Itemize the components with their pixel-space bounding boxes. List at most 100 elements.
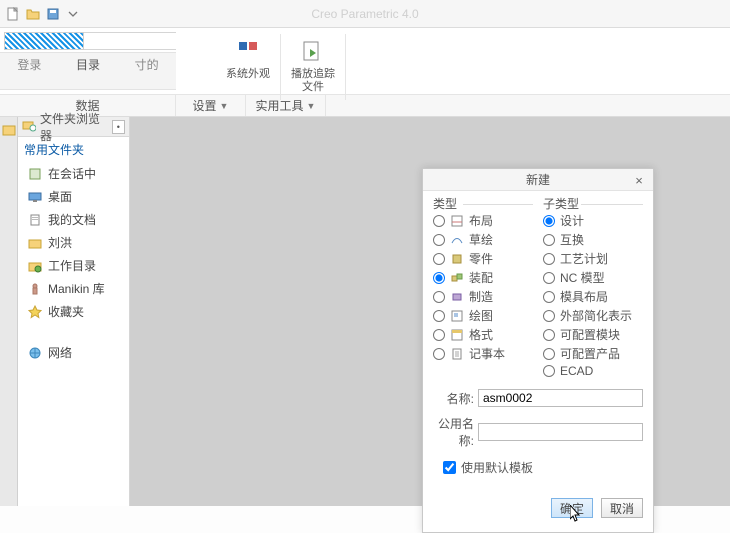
nav-item-my-documents[interactable]: 我的文档 [18, 208, 129, 231]
ribbon-group-label: 播放追踪 文件 [291, 68, 335, 94]
subtype-config-product[interactable]: 可配置产品 [543, 344, 643, 363]
ribbon-bottom-label: 设置 [193, 97, 217, 114]
drawing-icon [450, 309, 464, 323]
type-label: 制造 [469, 288, 493, 305]
use-default-template-checkbox[interactable] [443, 461, 456, 474]
strip-folder-icon[interactable] [2, 123, 16, 137]
type-assembly[interactable]: 装配 [433, 268, 533, 287]
ribbon-bottom-utilities[interactable]: 实用工具▼ [246, 95, 326, 116]
layout-icon [450, 214, 464, 228]
nav-item-in-session[interactable]: 在会话中 [18, 162, 129, 185]
address-field[interactable] [4, 32, 84, 50]
manufacturing-icon [450, 290, 464, 304]
sidebar-strip [0, 117, 18, 506]
type-label: 零件 [469, 250, 493, 267]
common-name-label: 公用名称: [433, 415, 474, 449]
appearance-icon [233, 36, 263, 66]
subtype-ncmodel[interactable]: NC 模型 [543, 268, 643, 287]
notebook-icon [450, 347, 464, 361]
desktop-icon [28, 190, 42, 204]
subtype-interchange[interactable]: 互换 [543, 230, 643, 249]
workdir-icon [28, 259, 42, 273]
nav-section-title: 常用文件夹 [18, 137, 129, 162]
ribbon-group-appearance[interactable]: 系统外观 [216, 34, 281, 100]
network-icon [28, 346, 42, 360]
nav-item-label: 我的文档 [48, 211, 96, 228]
sketch-icon [450, 233, 464, 247]
nav-item-label: 在会话中 [48, 165, 96, 182]
type-layout[interactable]: 布局 [433, 211, 533, 230]
documents-icon [28, 213, 42, 227]
ok-button[interactable]: 确定 [551, 498, 593, 518]
ribbon-nav-login[interactable]: 登录 [0, 53, 59, 89]
nav-item-label: 收藏夹 [48, 303, 84, 320]
app-title: Creo Parametric 4.0 [311, 7, 418, 21]
subtype-label: 设计 [560, 212, 584, 229]
title-bar: Creo Parametric 4.0 [0, 0, 730, 28]
type-notebook[interactable]: 记事本 [433, 344, 533, 363]
new-dialog: 新建 × 类型 布局 草绘 零件 [422, 168, 654, 533]
subtype-process[interactable]: 工艺计划 [543, 249, 643, 268]
address-bar [0, 28, 176, 54]
nav-item-user[interactable]: 刘洪 [18, 231, 129, 254]
type-fieldset: 类型 布局 草绘 零件 装配 [433, 199, 533, 379]
ok-button-label: 确定 [560, 500, 584, 517]
nav-item-label: 桌面 [48, 188, 72, 205]
manikin-icon [28, 282, 42, 296]
cancel-button[interactable]: 取消 [601, 498, 643, 518]
subtype-label: NC 模型 [560, 269, 605, 286]
qat-caret-icon[interactable] [64, 5, 82, 23]
ribbon-bottom-label: 实用工具 [256, 97, 304, 114]
user-folder-icon [28, 236, 42, 250]
type-format[interactable]: 格式 [433, 325, 533, 344]
assembly-icon [450, 271, 464, 285]
open-folder-icon[interactable] [24, 5, 42, 23]
name-input[interactable] [478, 389, 643, 407]
use-default-template-label: 使用默认模板 [461, 459, 533, 476]
type-sketch[interactable]: 草绘 [433, 230, 533, 249]
type-legend: 类型 [433, 195, 457, 212]
dialog-title: 新建 [526, 171, 550, 188]
nav-panel-header: 文件夹浏览器 • [18, 117, 129, 137]
nav-item-favorites[interactable]: 收藏夹 [18, 300, 129, 323]
type-part[interactable]: 零件 [433, 249, 533, 268]
use-default-template[interactable]: 使用默认模板 [423, 453, 653, 480]
dialog-title-bar[interactable]: 新建 × [423, 169, 653, 191]
caret-icon: ▼ [220, 101, 229, 111]
subtype-label: 可配置产品 [560, 345, 620, 362]
ribbon-nav-dims[interactable]: 寸的 [117, 53, 176, 89]
type-manufacturing[interactable]: 制造 [433, 287, 533, 306]
favorites-icon [28, 305, 42, 319]
subtype-label: 外部简化表示 [560, 307, 632, 324]
type-label: 草绘 [469, 231, 493, 248]
type-drawing[interactable]: 绘图 [433, 306, 533, 325]
subtype-ecad[interactable]: ECAD [543, 363, 643, 379]
save-icon[interactable] [44, 5, 62, 23]
common-name-input[interactable] [478, 423, 643, 441]
session-icon [28, 167, 42, 181]
name-label: 名称: [433, 390, 474, 407]
format-icon [450, 328, 464, 342]
ribbon-group-trace[interactable]: 播放追踪 文件 [281, 34, 346, 100]
close-icon[interactable]: × [631, 172, 647, 188]
subtype-legend: 子类型 [543, 195, 579, 212]
ribbon-nav-catalog[interactable]: 目录 [59, 53, 118, 89]
part-icon [450, 252, 464, 266]
subtype-design[interactable]: 设计 [543, 211, 643, 230]
nav-item-label: 工作目录 [48, 257, 96, 274]
nav-item-working-dir[interactable]: 工作目录 [18, 254, 129, 277]
nav-item-manikin[interactable]: Manikin 库 [18, 277, 129, 300]
ribbon-nav: 登录 目录 寸的 [0, 52, 176, 90]
pin-button[interactable]: • [112, 120, 125, 134]
subtype-config-module[interactable]: 可配置模块 [543, 325, 643, 344]
new-file-icon[interactable] [4, 5, 22, 23]
nav-item-network[interactable]: 网络 [18, 341, 129, 364]
subtype-fieldset: 子类型 设计 互换 工艺计划 NC 模型 模具布局 外部简化表示 可配置模块 可… [543, 199, 643, 379]
subtype-mold[interactable]: 模具布局 [543, 287, 643, 306]
ribbon-bottom-settings[interactable]: 设置▼ [176, 95, 246, 116]
type-label: 格式 [469, 326, 493, 343]
subtype-label: 模具布局 [560, 288, 608, 305]
nav-item-desktop[interactable]: 桌面 [18, 185, 129, 208]
type-label: 布局 [469, 212, 493, 229]
subtype-external-simplified[interactable]: 外部简化表示 [543, 306, 643, 325]
